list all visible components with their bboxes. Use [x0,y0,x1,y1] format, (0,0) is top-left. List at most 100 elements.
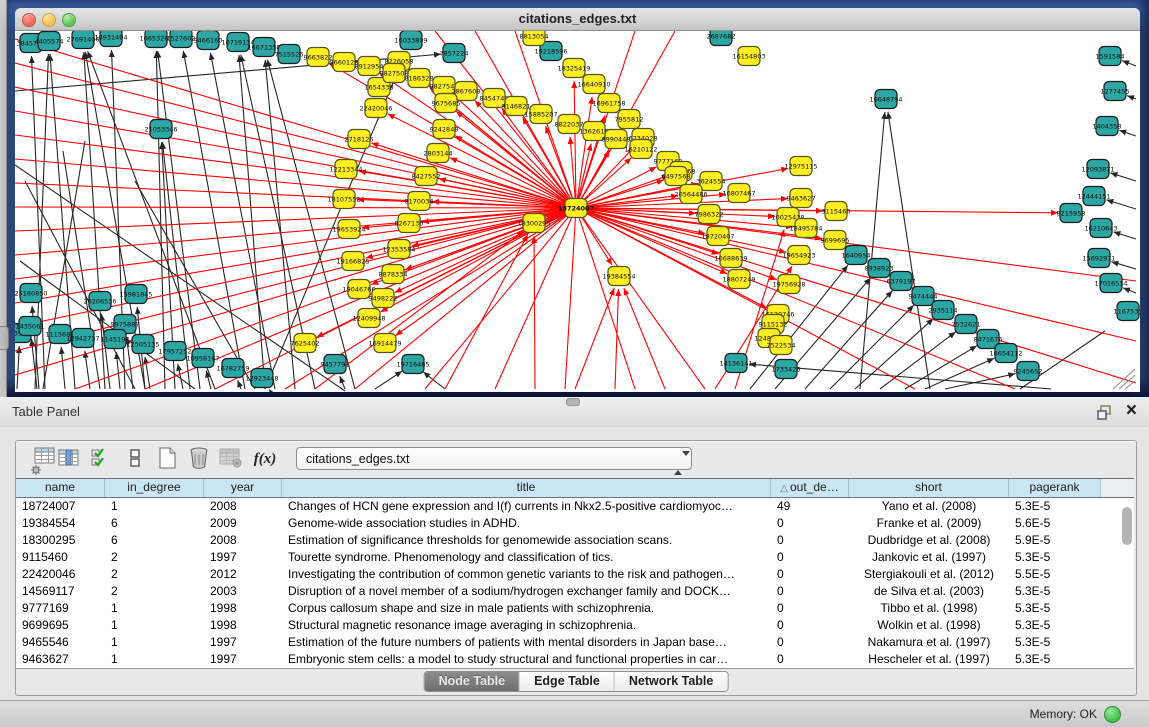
graph-node[interactable]: 7857224 [440,44,469,63]
table-cell[interactable]: de Silva et al. (2003) [849,583,1009,600]
table-row[interactable]: 969969511998Structural magnetic resonanc… [16,617,1134,634]
graph-edge[interactable] [576,208,1136,383]
table-cell[interactable]: 5.3E-5 [1009,617,1101,634]
splitter-handle[interactable] [566,398,580,406]
graph-node[interactable]: 15981845 [119,285,152,304]
graph-node[interactable]: 8267130 [395,214,424,233]
table-scrollbar-thumb[interactable] [1122,507,1132,545]
graph-node[interactable]: 12444151 [1077,187,1110,206]
graph-node[interactable]: 19654923 [782,246,815,265]
graph-edge[interactable] [576,97,592,208]
graph-edge[interactable] [925,358,994,389]
column-header-out_de…[interactable]: △out_de… [771,479,849,497]
table-cell[interactable]: 1 [105,651,204,668]
delete-column-trash-icon[interactable] [186,446,212,473]
resize-grip-icon[interactable] [1113,369,1135,389]
graph-node[interactable]: 16154803 [732,47,765,66]
table-cell[interactable]: Disruption of a novel member of a sodium… [282,583,771,600]
close-panel-icon[interactable]: × [1126,399,1137,423]
graph-node[interactable]: 1404358 [1093,117,1122,136]
column-header-title[interactable]: title [282,479,771,497]
graph-node[interactable]: 9115460 [822,202,851,221]
graph-edge[interactable] [32,56,45,389]
graph-node[interactable]: 9242848 [430,120,459,139]
table-cell[interactable]: Hescheler et al. (1997) [849,651,1009,668]
table-cell[interactable]: Genome-wide association studies in ADHD. [282,515,771,532]
table-cell[interactable]: 1998 [204,617,282,634]
table-cell[interactable]: 1997 [204,651,282,668]
table-cell[interactable]: Structural magnetic resonance image aver… [282,617,771,634]
table-cell[interactable]: 5.3E-5 [1009,600,1101,617]
table-cell[interactable]: 2008 [204,498,282,515]
graph-edge[interactable] [888,112,930,389]
graph-node[interactable]: 9466160 [194,31,223,50]
graph-node[interactable]: 9498222 [369,289,398,308]
graph-node[interactable]: 6379197 [887,272,916,291]
table-cell[interactable]: 5.3E-5 [1009,634,1101,651]
table-row[interactable]: 1456911722003Disruption of a novel membe… [16,583,1134,600]
table-cell[interactable]: 5.3E-5 [1009,583,1101,600]
table-cell[interactable]: 5.3E-5 [1009,498,1101,515]
graph-edge[interactable] [1123,288,1136,293]
table-cell[interactable]: Investigating the contribution of common… [282,566,771,583]
table-cell[interactable]: Embryonic stem cells: a model to study s… [282,651,771,668]
table-cell[interactable]: 9463627 [16,651,105,668]
table-cell[interactable]: Yano et al. (2008) [849,498,1009,515]
table-cell[interactable]: 0 [771,549,849,566]
column-header-gutter[interactable] [1101,479,1134,497]
graph-node[interactable]: 20206536 [83,292,116,311]
table-row[interactable]: 2242004622012Investigating the contribut… [16,566,1134,583]
graph-node[interactable]: 7955812 [615,110,644,129]
graph-edge[interactable] [359,171,576,208]
memory-status-indicator[interactable] [1104,706,1121,723]
tab-edge-table[interactable]: Edge Table [520,672,615,691]
graph-node[interactable]: 2935114 [929,301,958,320]
table-cell[interactable]: 9777169 [16,600,105,617]
network-window-titlebar[interactable]: citations_edges.txt [15,8,1140,31]
graph-edge[interactable] [375,371,402,389]
table-cell[interactable]: 9699695 [16,617,105,634]
graph-node[interactable]: 8938923 [865,259,894,278]
graph-node[interactable]: 12505135 [126,335,159,354]
table-cell[interactable]: 0 [771,566,849,583]
network-view[interactable]: 1872400738457124405574276914061893140410… [15,31,1140,392]
graph-node[interactable]: 7515526 [275,45,304,64]
table-cell[interactable]: Tibbo et al. (1998) [849,600,1009,617]
graph-edge[interactable] [575,288,614,389]
graph-node[interactable]: 8878334 [379,265,408,284]
graph-node[interactable]: 25160850 [15,284,48,303]
table-cell[interactable]: Tourette syndrome. Phenomenology and cla… [282,549,771,566]
graph-node[interactable]: 9675685 [432,94,461,113]
table-cell[interactable]: 19384554 [16,515,105,532]
table-cell[interactable]: Jankovic et al. (1997) [849,549,1009,566]
table-cell[interactable]: 2003 [204,583,282,600]
graph-node[interactable]: 4405574 [35,32,64,51]
graph-node[interactable]: 2803144 [424,144,453,163]
table-row[interactable]: 946362711997Embryonic stem cells: a mode… [16,651,1134,668]
graph-node[interactable]: 16648794 [869,90,902,109]
graph-edge[interactable] [1111,262,1136,269]
table-cell[interactable]: 0 [771,600,849,617]
table-cell[interactable]: 1 [105,617,204,634]
graph-edge[interactable] [534,236,535,389]
table-cell[interactable]: 22420046 [16,566,105,583]
table-cell[interactable]: 2012 [204,566,282,583]
table-cell[interactable]: 0 [771,651,849,668]
graph-node[interactable]: 12213344 [329,160,362,179]
graph-edge[interactable] [576,208,1136,341]
table-cell[interactable]: Franke et al. (2009) [849,515,1009,532]
table-cell[interactable]: 2 [105,549,204,566]
table-cell[interactable]: Changes of HCN gene expression and I(f) … [282,498,771,515]
graph-node[interactable]: 21053346 [144,120,177,139]
graph-node[interactable]: 1145194 [101,330,130,349]
graph-edge[interactable] [1119,130,1136,136]
graph-node[interactable]: 9245652 [1014,362,1043,381]
graph-node[interactable]: 2718126 [345,130,374,149]
table-cell[interactable]: Nakamura et al. (1997) [849,634,1009,651]
table-cell[interactable]: 18300295 [16,532,105,549]
graph-edge[interactable] [340,376,345,389]
table-row[interactable]: 1938455462009Genome-wide association stu… [16,515,1134,532]
graph-node[interactable]: 16914479 [368,334,401,353]
table-cell[interactable]: 1997 [204,634,282,651]
table-cell[interactable]: 5.3E-5 [1009,549,1101,566]
